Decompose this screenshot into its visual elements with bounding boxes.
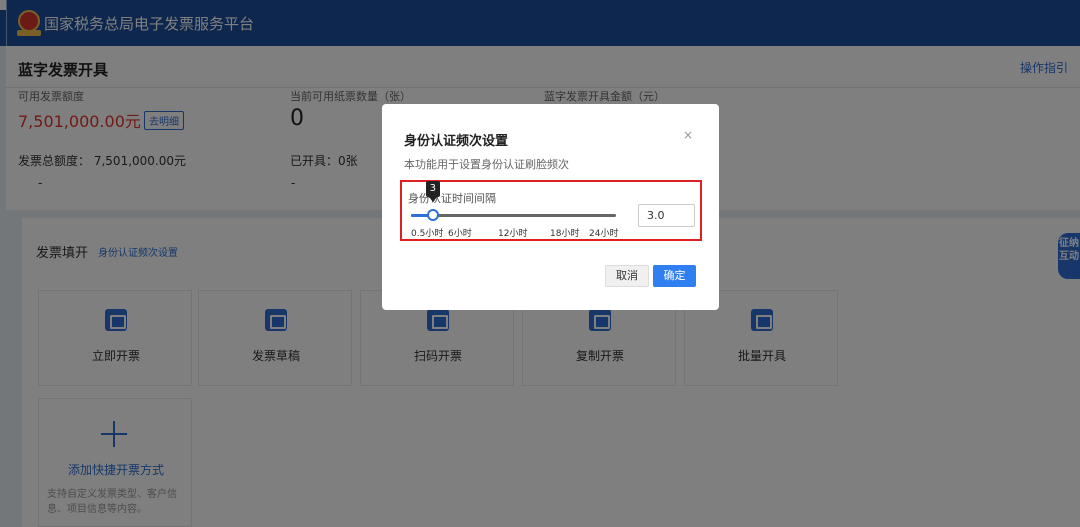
modal-description: 本功能用于设置身份认证刷脸频次: [404, 158, 569, 171]
tick-label: 24小时: [589, 229, 619, 239]
close-icon[interactable]: ×: [683, 128, 693, 142]
interval-field-label: 身份认证时间间隔: [408, 190, 496, 206]
tick-label: 6小时: [448, 229, 472, 239]
interval-number-input[interactable]: 3.0: [638, 204, 695, 227]
slider-handle[interactable]: [426, 209, 439, 221]
tick-label: 0.5小时: [411, 229, 444, 239]
auth-frequency-modal: 身份认证频次设置 × 本功能用于设置身份认证刷脸频次 身份认证时间间隔 3 0.…: [382, 104, 719, 310]
tick-label: 18小时: [550, 229, 580, 239]
tick-label: 12小时: [498, 229, 528, 239]
cancel-button[interactable]: 取消: [605, 265, 649, 287]
confirm-button[interactable]: 确定: [653, 265, 696, 287]
modal-title: 身份认证频次设置: [404, 134, 509, 149]
slider-tooltip: 3: [425, 181, 440, 202]
slider-track[interactable]: [411, 214, 616, 217]
